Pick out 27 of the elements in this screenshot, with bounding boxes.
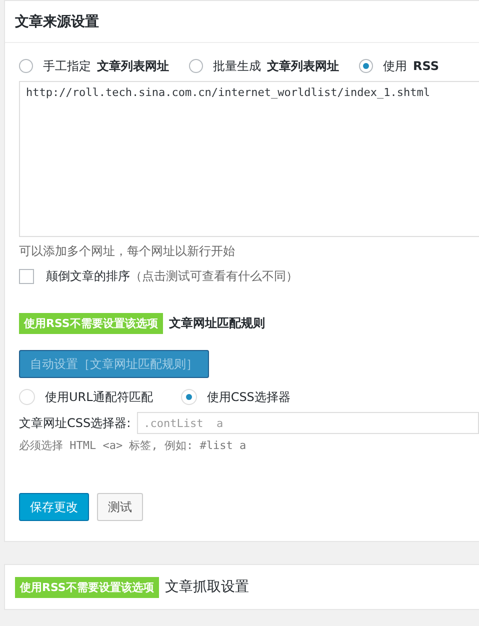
url-hint: 可以添加多个网址，每个网址以新行开始 <box>19 243 236 260</box>
option-label: 批量生成 <box>213 58 261 74</box>
option-label: 文章列表网址 <box>267 58 339 74</box>
option-label: 使用 <box>383 58 407 74</box>
panel-title: 文章来源设置 <box>15 12 99 30</box>
selector-label: 文章网址CSS选择器: <box>19 414 131 432</box>
source-radio-option[interactable]: 批量生成 文章列表网址 <box>189 58 339 74</box>
notice-badge: 使用RSS不需要设置该选项 <box>15 576 159 598</box>
panel-title: 文章抓取设置 <box>164 578 249 596</box>
action-button[interactable]: 测试 <box>97 493 143 521</box>
option-label: 文章列表网址 <box>97 58 169 74</box>
radio-button[interactable] <box>19 59 33 73</box>
option-label: RSS <box>413 59 439 73</box>
reverse-checkbox[interactable] <box>19 269 34 284</box>
checkbox-note: （点击测试可查看有什么不同） <box>130 268 298 285</box>
source-radio-option[interactable]: 使用 RSS <box>359 58 439 74</box>
checkbox-label: 颠倒文章的排序 <box>46 268 130 285</box>
section-title: 文章网址匹配规则 <box>168 315 265 332</box>
radio-button[interactable] <box>359 59 373 73</box>
radio-button[interactable] <box>189 59 203 73</box>
selector-hint: 必须选择 HTML <a> 标签, 例如: #list a <box>19 438 248 453</box>
source-radio-option[interactable]: 手工指定 文章列表网址 <box>19 58 169 74</box>
notice-badge: 使用RSS不需要设置该选项 <box>19 313 163 334</box>
option-label: 手工指定 <box>43 58 91 74</box>
url-textarea[interactable]: http://roll.tech.sina.com.cn/internet_worldlist/index_1.shtml <box>19 81 479 237</box>
option-label: 使用URL通配符匹配 <box>45 388 153 406</box>
option-label: 使用CSS选择器 <box>206 388 290 406</box>
